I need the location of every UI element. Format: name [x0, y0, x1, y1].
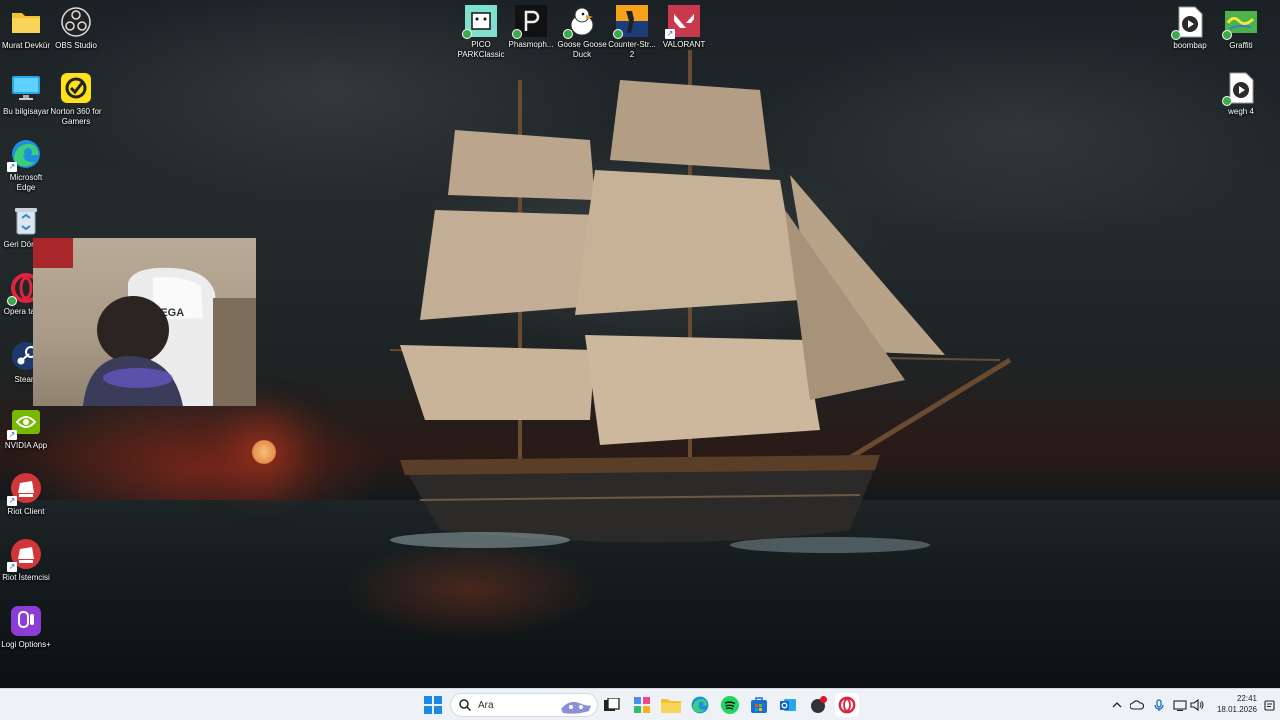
shortcut-arrow-icon: ↗: [7, 562, 17, 572]
logi-icon: [9, 605, 43, 637]
desktop-icon-riot-client[interactable]: ↗ Riot Client: [0, 472, 52, 517]
pico-park-icon: [462, 5, 498, 39]
audio-file-icon: [1222, 72, 1258, 106]
volume-tray-button[interactable]: [1190, 697, 1204, 713]
obs-icon: [59, 6, 93, 38]
notification-bell-icon: [1263, 699, 1275, 711]
taskbar-search[interactable]: Ara: [450, 693, 598, 717]
shortcut-arrow-icon: ↗: [7, 430, 17, 440]
sync-status-icon: [1222, 96, 1232, 106]
opera-taskbar-button[interactable]: [835, 693, 859, 717]
edge-icon: ↗: [7, 138, 43, 172]
sync-status-icon: [462, 29, 472, 39]
desktop-icon-logi-options[interactable]: Logi Options+: [0, 605, 52, 650]
counter-strike-icon: [613, 5, 649, 39]
microphone-tray-button[interactable]: [1152, 697, 1166, 713]
shortcut-arrow-icon: ↗: [7, 162, 17, 172]
desktop-icon-norton-360[interactable]: Norton 360 for Gamers: [50, 72, 102, 127]
search-icon: [459, 699, 471, 711]
riot-icon: ↗: [7, 538, 43, 572]
task-view-button[interactable]: [600, 693, 624, 717]
recycle-bin-icon: [9, 205, 43, 237]
volume-icon: [1190, 699, 1204, 711]
desktop-icon-microsoft-edge[interactable]: ↗ Microsoft Edge: [0, 138, 52, 193]
spotify-button[interactable]: [718, 693, 742, 717]
desktop-icon-murat-devkur[interactable]: Murat Devkür: [0, 6, 52, 51]
desktop-icon-nvidia-app[interactable]: ↗ NVIDIA App: [0, 406, 52, 451]
opera-icon: [838, 696, 856, 714]
sync-status-icon: [563, 29, 573, 39]
show-hidden-icons-button[interactable]: [1110, 697, 1124, 713]
store-button[interactable]: [747, 693, 771, 717]
chevron-up-icon: [1112, 702, 1122, 708]
desktop-icon-obs-studio[interactable]: OBS Studio: [50, 6, 102, 51]
app-with-notification-button[interactable]: [806, 693, 830, 717]
network-icon: [1173, 699, 1187, 711]
outlook-icon: [780, 699, 796, 711]
norton-icon: [59, 72, 93, 104]
phasmophobia-icon: [512, 5, 548, 39]
outlook-button[interactable]: [776, 693, 800, 717]
desktop-icon-boombap[interactable]: boombap: [1164, 6, 1216, 51]
microphone-icon: [1154, 698, 1164, 711]
graffiti-icon: [1222, 6, 1258, 40]
network-tray-button[interactable]: [1173, 697, 1187, 713]
desktop-icon-goose-goose-duck[interactable]: Goose Goose Duck: [556, 5, 608, 60]
goose-icon: [563, 5, 599, 39]
edge-taskbar-button[interactable]: [688, 693, 712, 717]
sync-status-icon: [613, 29, 623, 39]
sync-status-icon: [7, 296, 17, 306]
desktop-icon-bu-bilgisayar[interactable]: Bu bilgisayar: [0, 72, 52, 117]
notification-app-icon: [811, 696, 827, 713]
sync-status-icon: [512, 29, 522, 39]
clock-date: 18.01.2026: [1216, 705, 1257, 714]
desktop-icon-wegh-4[interactable]: wegh 4: [1215, 72, 1267, 117]
taskbar: Ara 22:41 18.01.2026: [0, 688, 1280, 720]
riot-icon: ↗: [7, 472, 43, 506]
clock-time: 22:41: [1236, 694, 1257, 703]
shortcut-arrow-icon: ↗: [7, 496, 17, 506]
webcam-feed: VEGA: [33, 238, 256, 406]
desktop-icon-graffiti[interactable]: Graffiti: [1215, 6, 1267, 51]
start-icon: [424, 696, 442, 714]
valorant-icon: ↗: [665, 5, 701, 39]
copilot-icon: [634, 697, 650, 713]
folder-icon: [9, 6, 43, 38]
audio-file-icon: [1171, 6, 1207, 40]
desktop-icon-pico-park[interactable]: PICO PARKClassic: [455, 5, 507, 60]
wallpaper-ship: [389, 50, 1012, 553]
desktop-icon-phasmophobia[interactable]: Phasmoph...: [505, 5, 557, 50]
spotify-icon: [721, 696, 739, 714]
onedrive-icon: [1130, 700, 1144, 710]
wallpaper-sun: [252, 440, 276, 464]
edge-icon: [691, 696, 709, 714]
desktop-icon-valorant[interactable]: ↗ VALORANT: [658, 5, 710, 50]
notification-center-button[interactable]: [1262, 697, 1276, 713]
file-explorer-button[interactable]: [659, 693, 683, 717]
copilot-button[interactable]: [630, 693, 654, 717]
file-explorer-icon: [661, 699, 681, 713]
sync-status-icon: [1171, 30, 1181, 40]
store-icon: [751, 697, 767, 713]
search-highlight-icon: [561, 701, 591, 714]
search-placeholder: Ara: [478, 699, 494, 711]
taskbar-clock[interactable]: 22:41 18.01.2026: [1207, 693, 1257, 715]
onedrive-tray-button[interactable]: [1130, 697, 1144, 713]
task-view-icon: [604, 698, 620, 711]
sync-status-icon: [1222, 30, 1232, 40]
webcam-overlay[interactable]: VEGA: [33, 238, 256, 406]
desktop-icon-riot-istemcisi[interactable]: ↗ Riot İstemcisi: [0, 538, 52, 583]
monitor-icon: [9, 72, 43, 104]
start-button[interactable]: [421, 693, 445, 717]
shortcut-arrow-icon: ↗: [665, 29, 675, 39]
nvidia-icon: ↗: [7, 406, 43, 440]
desktop-icon-counter-strike-2[interactable]: Counter-Str... 2: [606, 5, 658, 60]
